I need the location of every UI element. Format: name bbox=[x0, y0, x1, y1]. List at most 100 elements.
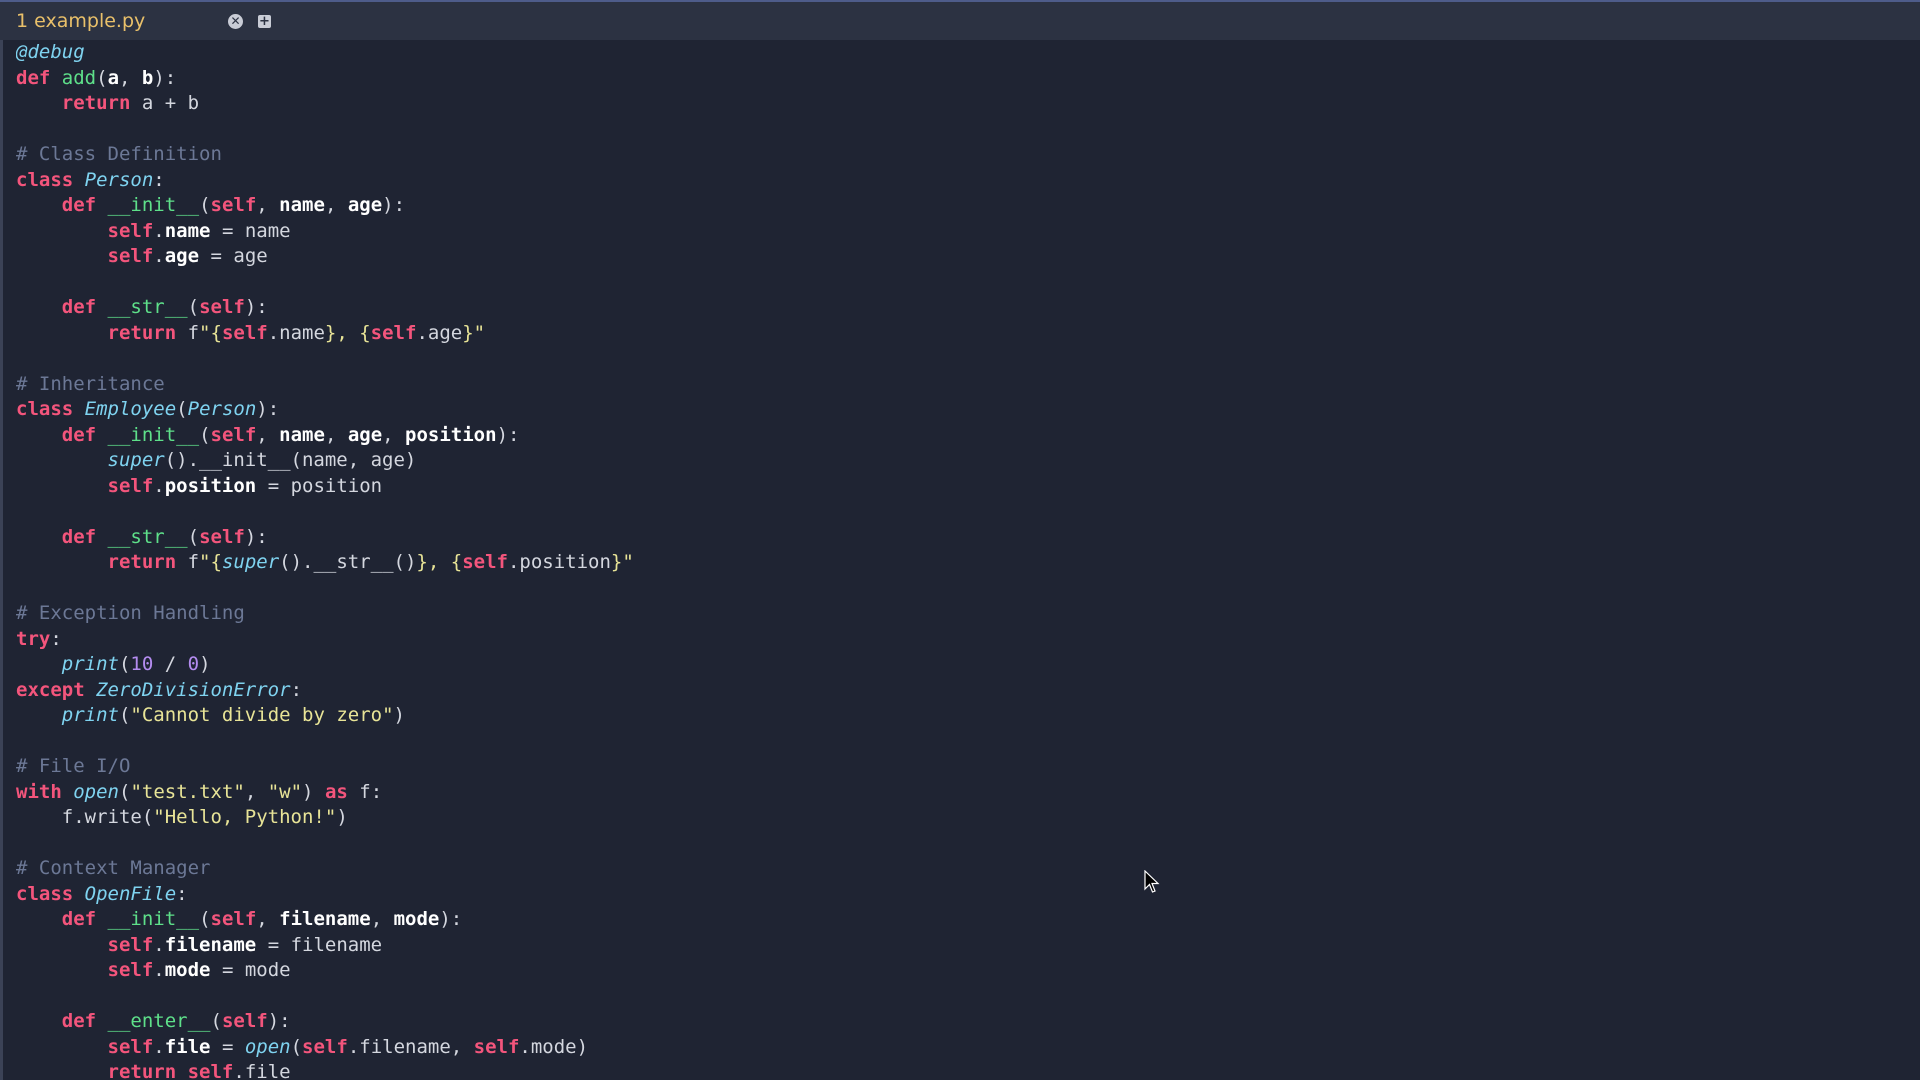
code-token: mode bbox=[393, 908, 440, 930]
code-token: position bbox=[164, 474, 257, 497]
code-line: super().__init__(name, age) bbox=[16, 448, 1906, 474]
code-token: def bbox=[16, 66, 51, 89]
code-token: self bbox=[370, 321, 417, 344]
code-token: ( bbox=[118, 704, 131, 726]
close-icon[interactable]: ✕ bbox=[228, 14, 243, 29]
code-line: self.age = age bbox=[16, 244, 1906, 270]
code-token: }" bbox=[610, 551, 634, 573]
code-token: filename bbox=[164, 933, 257, 956]
code-token: ): bbox=[496, 423, 520, 446]
plus-icon[interactable]: + bbox=[258, 15, 271, 28]
code-token: self bbox=[221, 1010, 268, 1032]
code-token: # Exception Handling bbox=[16, 602, 245, 624]
code-line: self.file = open(self.filename, self.mod… bbox=[16, 1035, 1906, 1061]
code-token: ): bbox=[153, 66, 177, 89]
code-token: try bbox=[16, 627, 51, 650]
code-token: , bbox=[324, 194, 348, 216]
code-token: def bbox=[61, 296, 97, 318]
code-token: , bbox=[256, 908, 280, 930]
code-token: = filename bbox=[256, 933, 383, 956]
code-token: , bbox=[119, 66, 142, 89]
code-line: print("Cannot divide by zero") bbox=[16, 703, 1906, 729]
code-token: ): bbox=[439, 908, 463, 930]
code-token: = position bbox=[256, 474, 383, 497]
code-token: __enter__ bbox=[107, 1010, 211, 1032]
code-token: def bbox=[61, 525, 97, 548]
code-token: .name bbox=[267, 321, 325, 344]
code-token: ): bbox=[256, 398, 280, 420]
code-token: self bbox=[462, 551, 508, 573]
code-token: filename bbox=[279, 908, 371, 930]
code-editor[interactable]: @debug def add(a, b): return a + b # Clas… bbox=[16, 40, 1906, 1080]
code-line: return a + b bbox=[16, 91, 1906, 117]
code-token: self bbox=[199, 525, 245, 548]
code-token: # Inheritance bbox=[16, 372, 165, 395]
code-token: ) bbox=[393, 704, 405, 726]
code-token: print bbox=[61, 704, 119, 726]
code-token: .position bbox=[507, 551, 611, 573]
code-token: return bbox=[61, 92, 131, 114]
code-token: ( bbox=[199, 908, 211, 930]
code-line: def __init__(self, name, age, position): bbox=[16, 423, 1906, 449]
code-line: def add(a, b): bbox=[16, 66, 1906, 92]
code-token: file bbox=[164, 1035, 211, 1058]
code-line: with open("test.txt", "w") as f: bbox=[16, 780, 1906, 806]
code-line: # Class Definition bbox=[16, 142, 1906, 168]
tab-example-py[interactable]: 1 example.py bbox=[0, 2, 248, 40]
code-token: super bbox=[221, 551, 280, 573]
code-token: , bbox=[382, 423, 406, 446]
code-line: # Exception Handling bbox=[16, 601, 1906, 627]
code-token: except bbox=[16, 678, 85, 701]
code-token: . bbox=[153, 933, 165, 956]
tab-label: 1 example.py bbox=[16, 10, 146, 32]
code-token: ) bbox=[199, 653, 211, 675]
code-token: self bbox=[107, 959, 154, 981]
code-token: "{ bbox=[199, 321, 222, 344]
code-token: .mode) bbox=[519, 1035, 589, 1058]
code-token: return bbox=[107, 321, 177, 344]
code-token: ): bbox=[244, 296, 268, 318]
code-token: class bbox=[16, 168, 74, 191]
code-token: b bbox=[141, 66, 154, 89]
code-token: }, { bbox=[416, 551, 463, 573]
code-token: __init__ bbox=[107, 908, 200, 930]
code-token: . bbox=[153, 1035, 165, 1058]
code-token: return bbox=[107, 551, 177, 573]
code-token: def bbox=[61, 423, 97, 446]
code-line: self.name = name bbox=[16, 219, 1906, 245]
code-token: name bbox=[279, 423, 325, 446]
code-token: ().__init__(name, age) bbox=[164, 449, 417, 471]
code-line: # Context Manager bbox=[16, 856, 1906, 882]
code-token: ): bbox=[267, 1010, 291, 1032]
code-token: = name bbox=[210, 219, 291, 242]
code-token: # File I/O bbox=[16, 755, 131, 777]
code-token: f: bbox=[347, 780, 383, 803]
code-token: Employee bbox=[84, 398, 177, 420]
code-token: __init__ bbox=[107, 423, 200, 446]
code-token: ( bbox=[199, 423, 211, 446]
code-token: OpenFile bbox=[84, 882, 177, 905]
code-token: ) bbox=[302, 780, 325, 803]
code-token: "w" bbox=[267, 780, 303, 803]
code-line: self.filename = filename bbox=[16, 933, 1906, 959]
tab-bar: 1 example.py ✕ + bbox=[0, 0, 1920, 40]
code-token: self bbox=[107, 245, 154, 267]
